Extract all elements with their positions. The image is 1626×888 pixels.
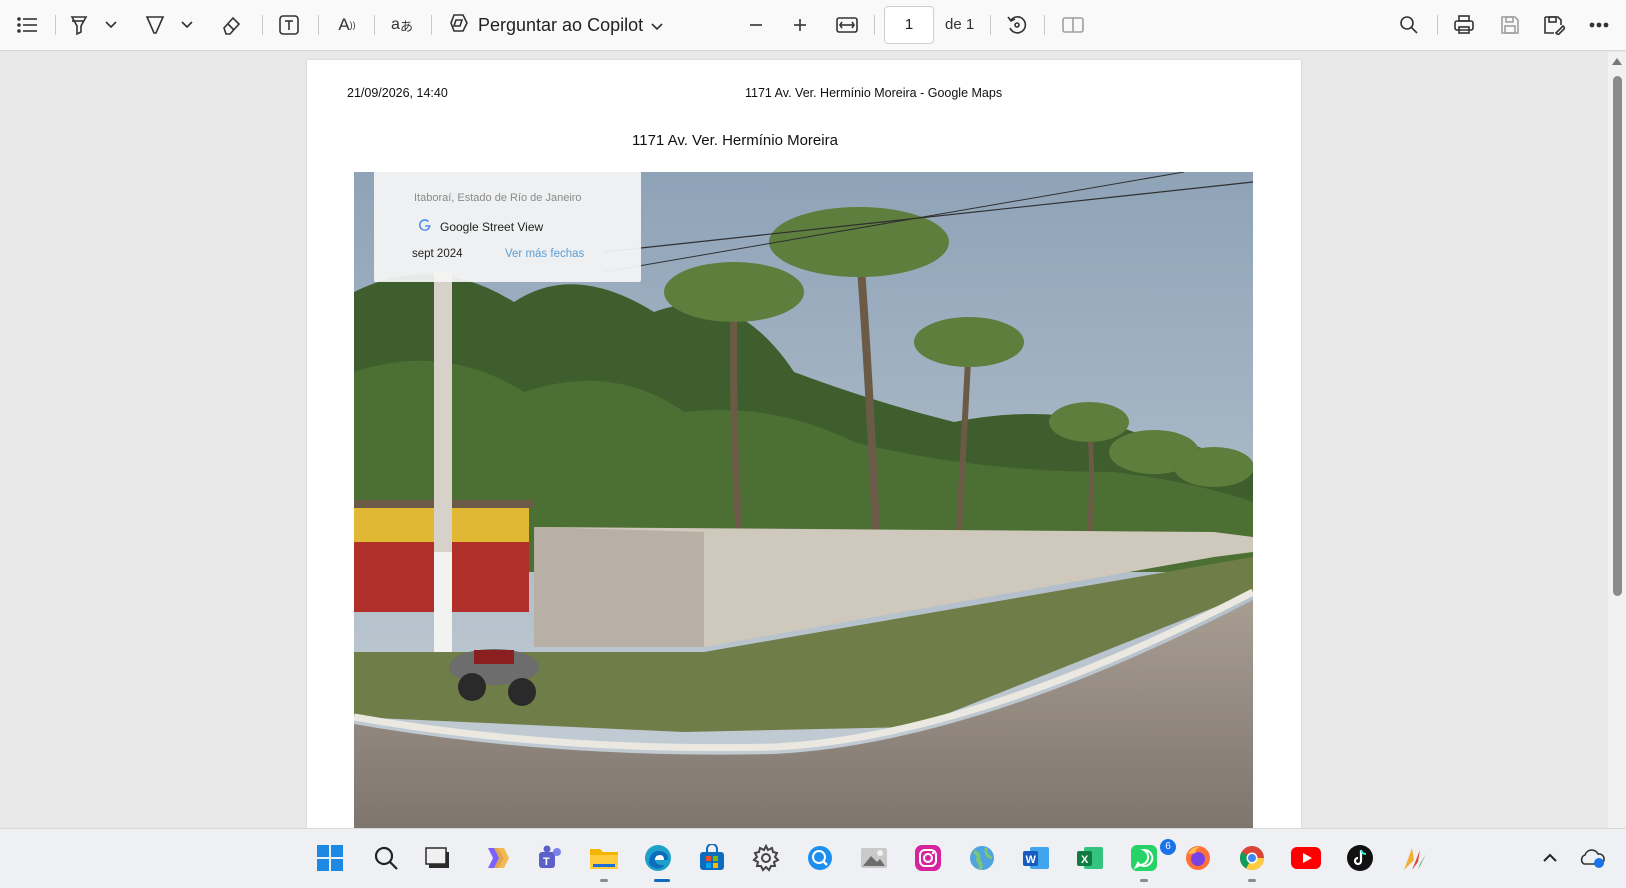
- divider: [990, 15, 991, 35]
- file-explorer-icon[interactable]: [588, 842, 620, 874]
- divider: [431, 15, 432, 35]
- copilot-icon: [448, 12, 470, 39]
- save-as-icon[interactable]: [1541, 11, 1567, 39]
- running-indicator: [600, 879, 608, 882]
- scroll-up-arrow-icon[interactable]: [1612, 58, 1622, 65]
- running-indicator: [1248, 879, 1256, 882]
- ask-copilot-button[interactable]: Perguntar ao Copilot: [448, 11, 663, 39]
- divider: [374, 15, 375, 35]
- instagram-icon[interactable]: [912, 842, 944, 874]
- photos-icon[interactable]: [858, 842, 890, 874]
- read-aloud-icon[interactable]: A)): [334, 11, 360, 39]
- windows-taskbar: T W X 6: [0, 828, 1626, 888]
- divider: [1044, 15, 1045, 35]
- street-view-date: sept 2024: [412, 248, 463, 260]
- task-view-icon[interactable]: [422, 842, 454, 874]
- textbox-icon[interactable]: [276, 11, 302, 39]
- edge-icon[interactable]: [642, 842, 674, 874]
- chevron-down-icon: [651, 15, 663, 36]
- windows-start-icon[interactable]: [314, 842, 346, 874]
- tiktok-icon[interactable]: [1344, 842, 1376, 874]
- scroll-thumb[interactable]: [1613, 76, 1622, 596]
- pdf-page: 21/09/2026, 14:40 1171 Av. Ver. Hermínio…: [307, 60, 1301, 828]
- contents-icon[interactable]: [14, 11, 42, 39]
- draw-icon[interactable]: [142, 11, 168, 39]
- chrome-icon[interactable]: [1236, 842, 1268, 874]
- chevron-up-icon[interactable]: [1534, 842, 1566, 874]
- save-icon[interactable]: [1497, 11, 1523, 39]
- street-view-brand-label: Google Street View: [440, 219, 544, 234]
- copilot-app-icon[interactable]: [480, 842, 512, 874]
- pdf-toolbar: A)) aあ Perguntar ao Copilot 1 de 1: [0, 0, 1626, 51]
- document-heading: 1171 Av. Ver. Hermínio Moreira: [632, 132, 838, 149]
- search-icon[interactable]: [370, 842, 402, 874]
- quick-assist-icon[interactable]: [804, 842, 836, 874]
- word-icon[interactable]: W: [1020, 842, 1052, 874]
- youtube-icon[interactable]: [1290, 842, 1322, 874]
- rotate-icon[interactable]: [1004, 11, 1030, 39]
- maps-icon[interactable]: [966, 842, 998, 874]
- whatsapp-icon[interactable]: [1128, 842, 1160, 874]
- translate-icon[interactable]: aあ: [388, 11, 416, 39]
- vertical-scrollbar[interactable]: [1608, 52, 1626, 828]
- excel-icon[interactable]: X: [1074, 842, 1106, 874]
- divider: [318, 15, 319, 35]
- divider: [874, 15, 875, 35]
- street-view-photo: Itaboraí, Estado de Río de Janeiro Googl…: [354, 172, 1253, 828]
- settings-icon[interactable]: [750, 842, 782, 874]
- highlight-icon[interactable]: [66, 11, 92, 39]
- teams-icon[interactable]: T: [534, 842, 566, 874]
- search-icon[interactable]: [1396, 11, 1422, 39]
- svg-text:X: X: [1081, 854, 1089, 866]
- divider: [1437, 15, 1438, 35]
- street-view-brand: Google Street View: [418, 218, 543, 235]
- page-total: de 1: [945, 16, 975, 33]
- page-number-input[interactable]: 1: [884, 6, 934, 44]
- svg-text:T: T: [543, 856, 550, 868]
- svg-text:W: W: [1026, 854, 1037, 866]
- zoom-in-icon[interactable]: [788, 11, 812, 39]
- print-icon[interactable]: [1451, 11, 1477, 39]
- zoom-out-icon[interactable]: [744, 11, 768, 39]
- running-indicator: [1140, 879, 1148, 882]
- more-icon[interactable]: [1586, 11, 1612, 39]
- page-header-title: 1171 Av. Ver. Hermínio Moreira - Google …: [745, 86, 1003, 100]
- divider: [55, 15, 56, 35]
- store-icon[interactable]: [696, 842, 728, 874]
- whatsapp-notification-badge: 6: [1160, 839, 1176, 855]
- firefox-icon[interactable]: [1182, 842, 1214, 874]
- chevron-down-icon[interactable]: [180, 11, 194, 39]
- copilot-label: Perguntar ao Copilot: [478, 14, 644, 35]
- google-g-icon: [418, 218, 432, 235]
- active-indicator: [654, 879, 670, 882]
- divider: [262, 15, 263, 35]
- erase-icon[interactable]: [218, 11, 244, 39]
- street-view-info-card: Itaboraí, Estado de Río de Janeiro Googl…: [374, 172, 641, 282]
- street-view-location: Itaboraí, Estado de Río de Janeiro: [414, 192, 582, 204]
- chevron-down-icon[interactable]: [104, 11, 118, 39]
- page-header-date: 21/09/2026, 14:40: [347, 86, 448, 100]
- more-dates-link[interactable]: Ver más fechas: [505, 248, 584, 260]
- bird-app-icon[interactable]: [1398, 842, 1430, 874]
- fit-page-icon[interactable]: [834, 11, 860, 39]
- onedrive-icon[interactable]: [1576, 842, 1608, 874]
- page-view-icon[interactable]: [1060, 11, 1086, 39]
